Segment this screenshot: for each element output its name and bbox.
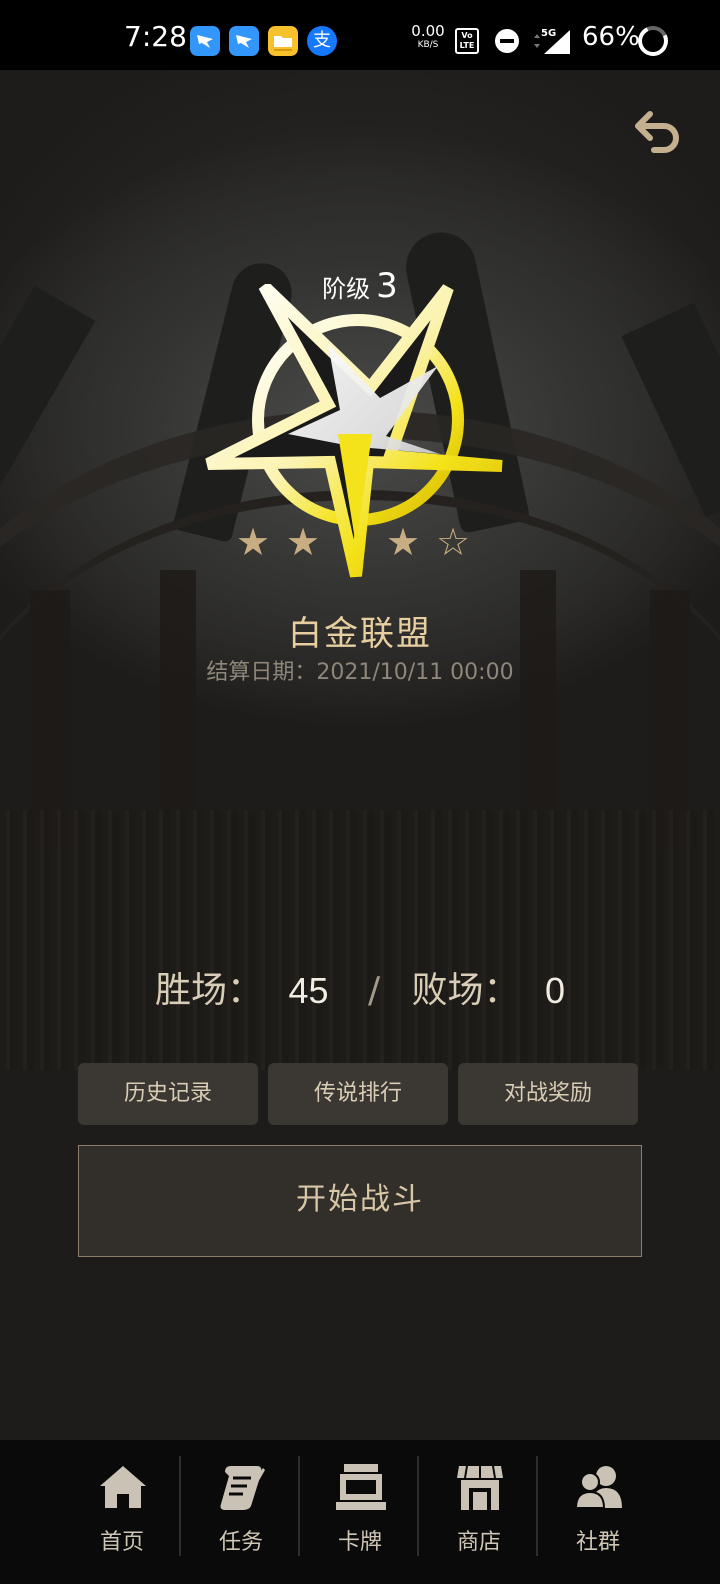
win-loss-record: 胜场： 45 / 败场： 0	[0, 968, 720, 1012]
nav-community[interactable]: 社群	[538, 1440, 658, 1584]
background-horn	[0, 285, 96, 495]
home-icon	[100, 1466, 146, 1508]
settle-date: 结算日期：2021/10/11 00:00	[206, 660, 514, 685]
star-empty-icon: ☆	[436, 520, 471, 564]
nav-quests[interactable]: 任务	[181, 1440, 301, 1584]
status-bar: 7:28 支 0.00 KB/S Vo LTE 5G 66%	[0, 0, 720, 70]
volte-icon: Vo LTE	[455, 28, 479, 54]
league-name: 白金联盟	[288, 614, 432, 654]
do-not-disturb-icon	[495, 29, 519, 53]
wins-count: 45	[288, 970, 329, 1011]
losses-count: 0	[545, 970, 566, 1011]
community-icon	[574, 1466, 622, 1509]
battle-rewards-button[interactable]: 对战奖励	[458, 1063, 638, 1125]
nav-shop-label: 商店	[456, 1530, 501, 1555]
nav-quests-label: 任务	[218, 1530, 263, 1555]
back-arrow-icon[interactable]	[630, 106, 684, 160]
start-battle-button[interactable]: 开始战斗	[78, 1145, 642, 1257]
ladder-screen: 阶级 3 ★ ★ ★ ☆ 白金联盟 结算日期：2021/10/11 00:00 …	[0, 70, 720, 1440]
quest-scroll-icon	[220, 1466, 265, 1510]
nav-cards[interactable]: 卡牌	[300, 1440, 420, 1584]
bottom-navigation: 首页 任务 卡牌 商店 社群	[0, 1440, 720, 1584]
nav-home-label: 首页	[99, 1530, 144, 1555]
nav-community-label: 社群	[575, 1530, 620, 1555]
record-separator: /	[367, 970, 381, 1011]
svg-text:5G: 5G	[541, 28, 556, 39]
signal-icon: 5G	[534, 28, 570, 54]
star-filled-icon: ★	[386, 520, 421, 564]
folder-app-icon	[268, 26, 298, 56]
alipay-icon: 支	[307, 26, 337, 56]
dingtalk-icon	[229, 26, 259, 56]
wins-label: 胜场：	[154, 970, 263, 1011]
nav-cards-label: 卡牌	[337, 1530, 382, 1555]
battery-percent: 66%	[582, 22, 640, 52]
cards-icon	[336, 1464, 386, 1510]
star-filled-icon: ★	[236, 520, 271, 564]
star-filled-icon: ★	[286, 520, 321, 564]
action-buttons: 历史记录 传说排行 对战奖励	[78, 1063, 642, 1127]
losses-label: 败场：	[411, 970, 520, 1011]
rank-stars: ★ ★ ★ ☆	[236, 522, 484, 562]
nav-shop[interactable]: 商店	[419, 1440, 539, 1584]
shop-icon	[457, 1465, 503, 1510]
status-time: 7:28	[124, 20, 187, 53]
arena-crowd	[0, 810, 720, 1070]
net-speed: 0.00 KB/S	[411, 22, 445, 50]
nav-home[interactable]: 首页	[62, 1440, 182, 1584]
legend-ranking-button[interactable]: 传说排行	[268, 1063, 448, 1125]
history-button[interactable]: 历史记录	[78, 1063, 258, 1125]
dingtalk-icon	[190, 26, 220, 56]
